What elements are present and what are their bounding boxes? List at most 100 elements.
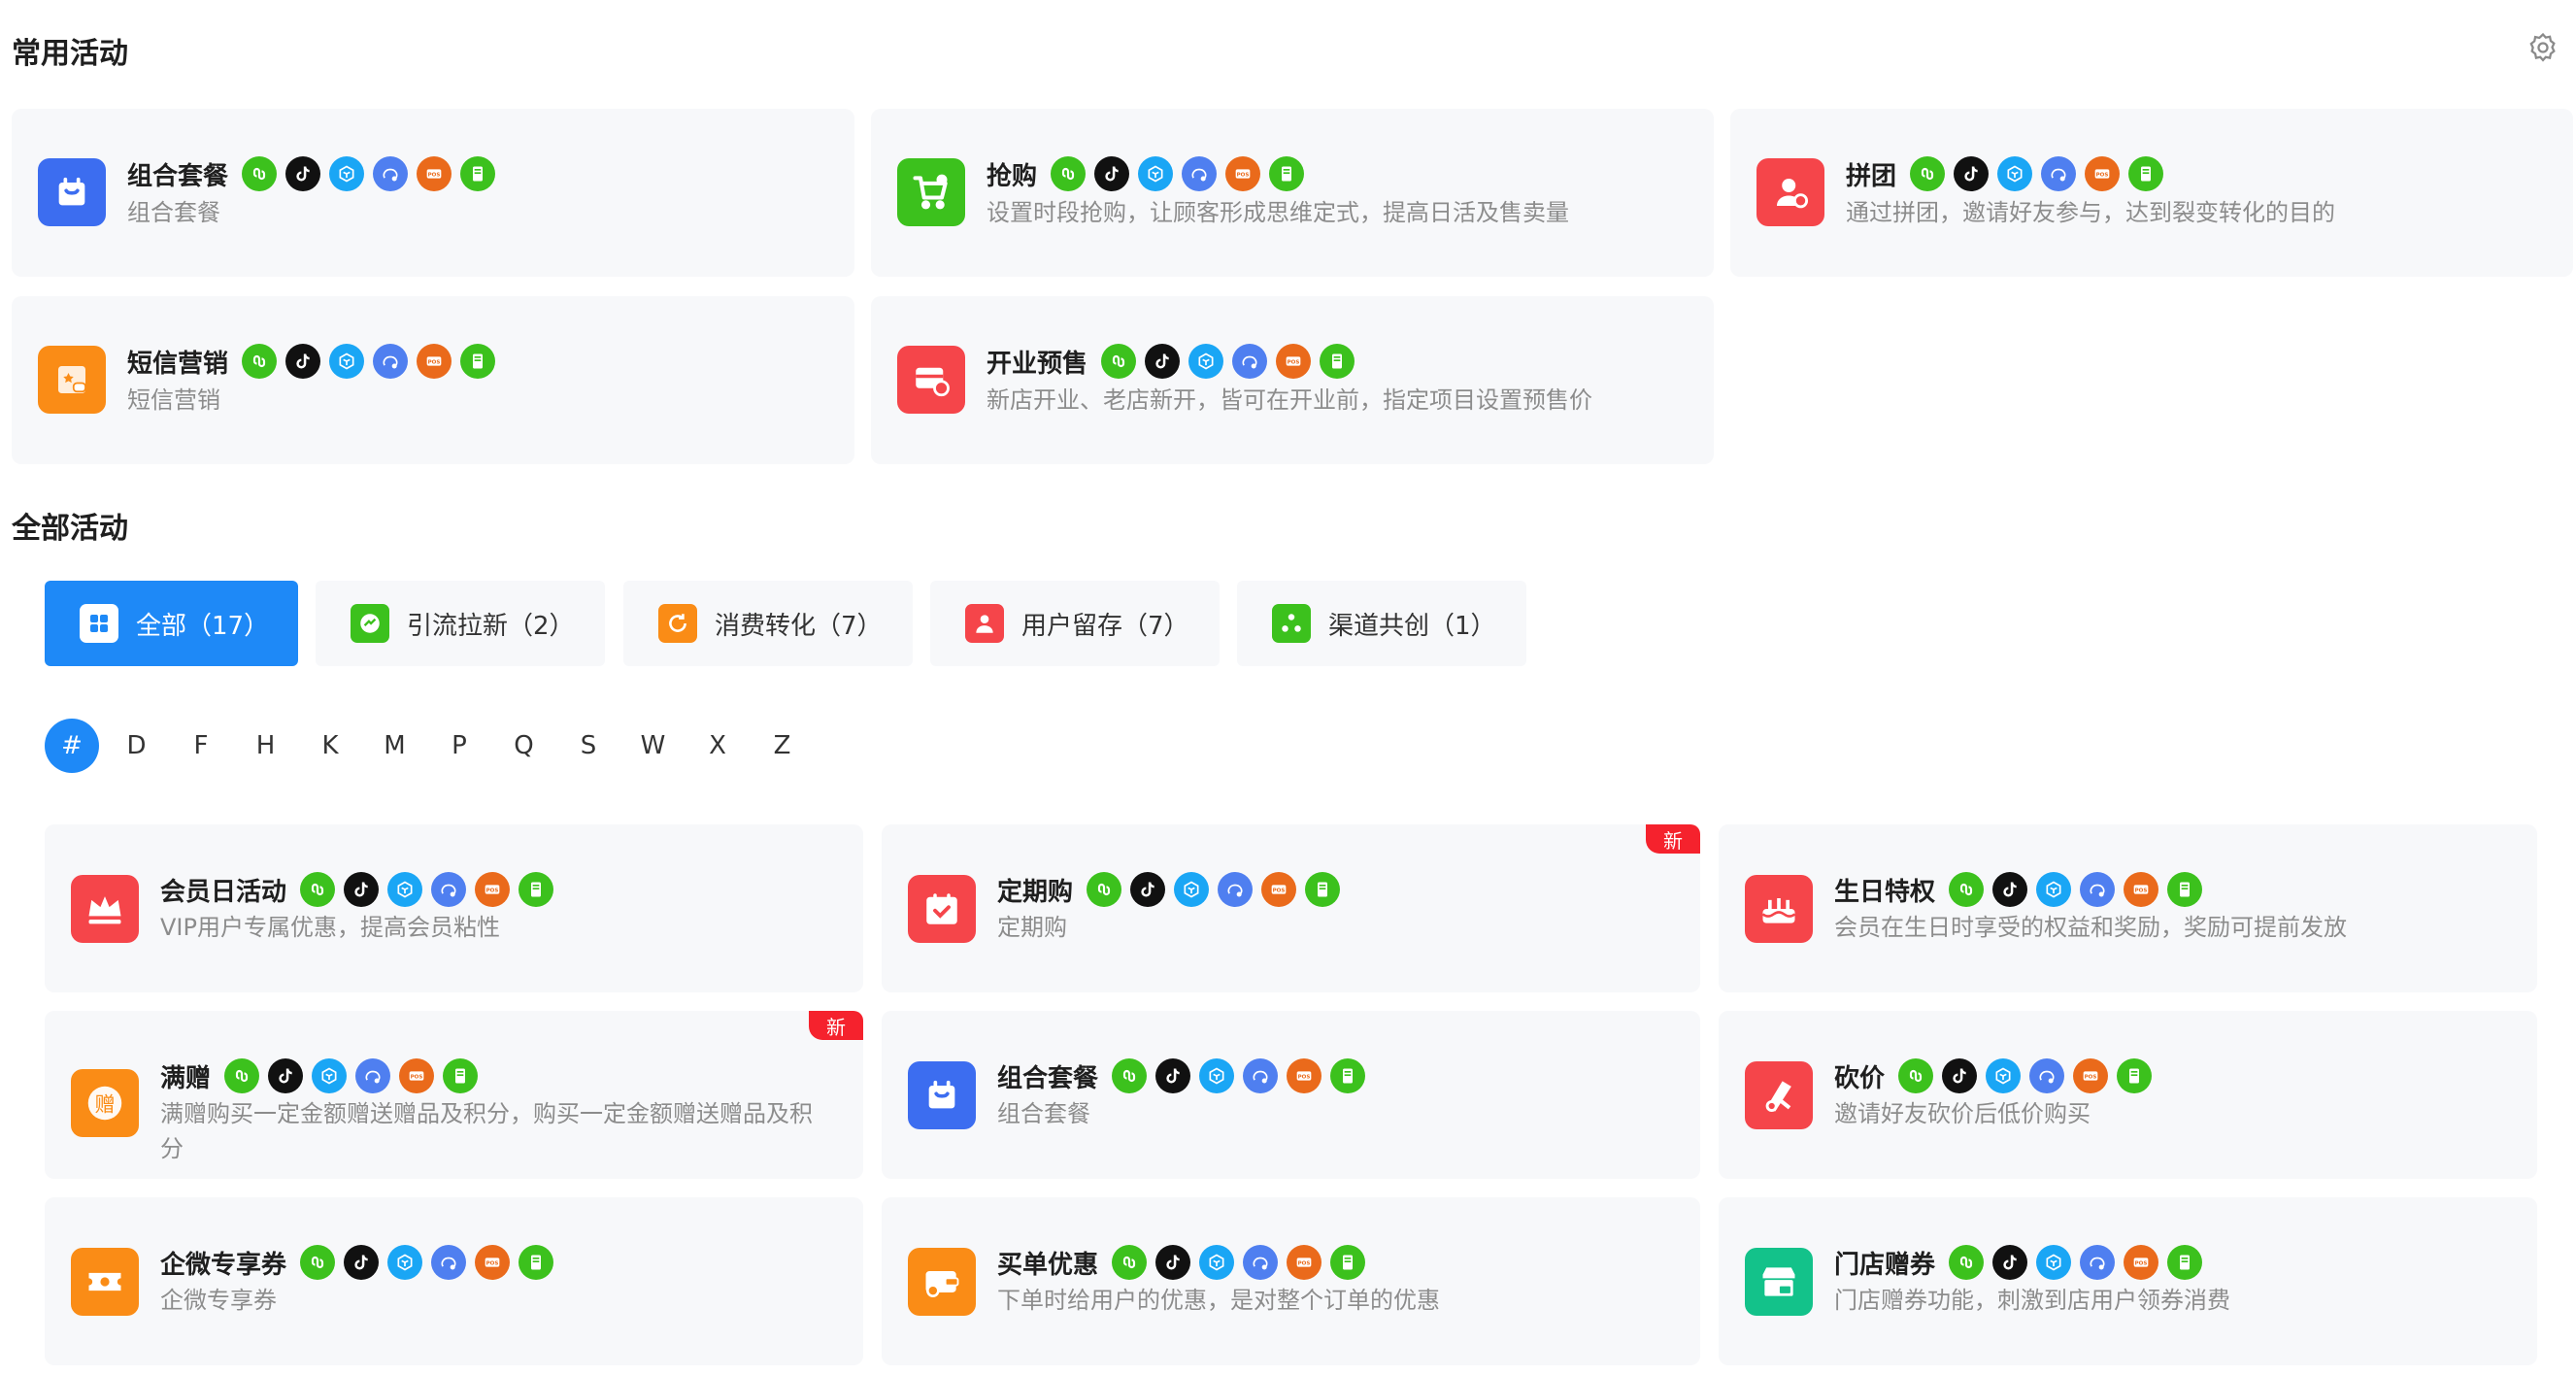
h5-icon [519,1245,554,1280]
svg-text:POS: POS [1288,359,1300,365]
letter-f[interactable]: F [174,719,228,773]
activity-description: 会员在生日时享受的权益和奖励，奖励可提前发放 [1834,914,2347,941]
activity-title: 组合套餐 [127,161,229,191]
tab-conversion[interactable]: 消费转化（7） [623,581,913,666]
pos-icon: POS [1276,344,1312,379]
douyin-icon [1992,872,2028,907]
cake-icon [1745,875,1813,943]
h5-icon [443,1058,479,1093]
tab-channel[interactable]: 渠道共创（1） [1237,581,1526,666]
douyin-icon [1954,156,1990,191]
activity-title: 门店赠券 [1834,1250,1936,1280]
user-icon [965,604,1004,643]
h5-icon [2167,872,2203,907]
activity-description: 设置时段抢购，让顾客形成思维定式，提高日活及售卖量 [987,199,1569,226]
svg-text:POS: POS [486,888,499,893]
bag-icon [38,158,106,226]
svg-text:POS: POS [428,359,441,365]
mini-program-icon [1101,344,1137,379]
letter-x[interactable]: X [690,719,745,773]
tab-traffic[interactable]: 引流拉新（2） [316,581,605,666]
activity-card-gift-with-purchase[interactable]: 赠 满赠 POS 满赠购买一定金额赠送赠品及积分，购买一定金额赠送赠品及积分 新 [45,1011,863,1179]
activity-card-bargain[interactable]: 砍价 POS 邀请好友砍价后低价购买 [1719,1011,2537,1179]
activity-card-wecom-coupon[interactable]: 企微专享券 POS 企微专享券 [45,1197,863,1365]
app-icon [1986,1058,2022,1093]
douyin-icon [1155,1245,1191,1280]
mini-program-icon [1087,872,1122,907]
activity-card-store-coupon-gift[interactable]: 门店赠券 POS 门店赠券功能，刺激到店用户领券消费 [1719,1197,2537,1365]
pos-icon: POS [2085,156,2121,191]
wallet-icon [908,1248,976,1316]
svg-text:POS: POS [1237,172,1250,178]
store-coupon-icon [1745,1248,1813,1316]
douyin-icon [1130,872,1166,907]
activity-card-subscription[interactable]: 定期购 POS 定期购 新 [882,824,1700,992]
mini-program-icon [242,156,278,191]
wecom-icon [1218,872,1254,907]
activity-card-flash-sale[interactable]: 抢购 POS 设置时段抢购，让顾客形成思维定式，提高日活及售卖量 [871,109,1714,277]
platform-icons: POS [1898,1058,2153,1093]
activity-description: 组合套餐 [127,199,220,226]
letter-p[interactable]: P [432,719,486,773]
h5-icon [1320,344,1355,379]
activity-card-checkout-discount[interactable]: 买单优惠 POS 下单时给用户的优惠，是对整个订单的优惠 [882,1197,1700,1365]
app-icon [312,1058,348,1093]
activity-description: 短信营销 [127,386,220,414]
letter-h[interactable]: H [239,719,293,773]
activity-card-combo-package-2[interactable]: 组合套餐 POS 组合套餐 [882,1011,1700,1179]
letter-all[interactable]: # [45,719,99,773]
wecom-icon [431,1245,467,1280]
activity-description: 通过拼团，邀请好友参与，达到裂变转化的目的 [1846,199,2335,226]
app-icon [1199,1245,1235,1280]
letter-k[interactable]: K [303,719,357,773]
h5-icon [2167,1245,2203,1280]
wecom-icon [1243,1245,1279,1280]
letter-s[interactable]: S [561,719,616,773]
svg-text:POS: POS [2135,888,2148,893]
tab-label: 消费转化（7） [715,611,883,641]
activity-card-opening-presale[interactable]: 开业预售 POS 新店开业、老店新开，皆可在开业前，指定项目设置预售价 [871,296,1714,464]
activity-title: 砍价 [1834,1063,1886,1093]
activity-title: 会员日活动 [160,877,287,907]
activity-card-member-day[interactable]: 会员日活动 POS VIP用户专属优惠，提高会员粘性 [45,824,863,992]
douyin-icon [344,1245,380,1280]
tab-label: 引流拉新（2） [407,611,575,641]
app-icon [1199,1058,1235,1093]
crown-icon [71,875,139,943]
svg-text:POS: POS [2096,172,2109,178]
platform-icons: POS [224,1058,479,1093]
letter-z[interactable]: Z [755,719,810,773]
activity-card-combo-package[interactable]: 组合套餐 POS 组合套餐 [12,109,854,277]
douyin-icon [1094,156,1130,191]
activity-card-birthday-privilege[interactable]: 生日特权 POS 会员在生日时享受的权益和奖励，奖励可提前发放 [1719,824,2537,992]
activity-card-sms-marketing[interactable]: 短信营销 POS 短信营销 [12,296,854,464]
activity-title: 买单优惠 [997,1250,1099,1280]
tab-user[interactable]: 用户留存（7） [930,581,1220,666]
platform-icons: POS [300,1245,554,1280]
svg-text:POS: POS [1298,1074,1311,1080]
letter-d[interactable]: D [110,719,164,773]
svg-text:POS: POS [1273,888,1286,893]
platform-icons: POS [242,156,496,191]
activity-card-group-buy[interactable]: 拼团 POS 通过拼团，邀请好友参与，达到裂变转化的目的 [1730,109,2573,277]
mini-program-icon [1910,156,1946,191]
letter-m[interactable]: M [368,719,422,773]
wecom-icon [431,872,467,907]
gear-icon[interactable] [2526,31,2559,64]
channel-icon [1272,604,1311,643]
h5-icon [1305,872,1341,907]
activity-description: 定期购 [997,914,1067,941]
mini-program-icon [1898,1058,1934,1093]
wecom-icon [2041,156,2077,191]
app-icon [329,344,365,379]
sms-icon [38,346,106,414]
app-icon [1997,156,2033,191]
traffic-icon [351,604,389,643]
letter-w[interactable]: W [626,719,681,773]
app-icon [1188,344,1224,379]
group-icon [1756,158,1824,226]
pos-icon: POS [1287,1058,1322,1093]
pos-icon: POS [1287,1245,1322,1280]
letter-q[interactable]: Q [497,719,552,773]
tab-grid[interactable]: 全部（17） [45,581,298,666]
